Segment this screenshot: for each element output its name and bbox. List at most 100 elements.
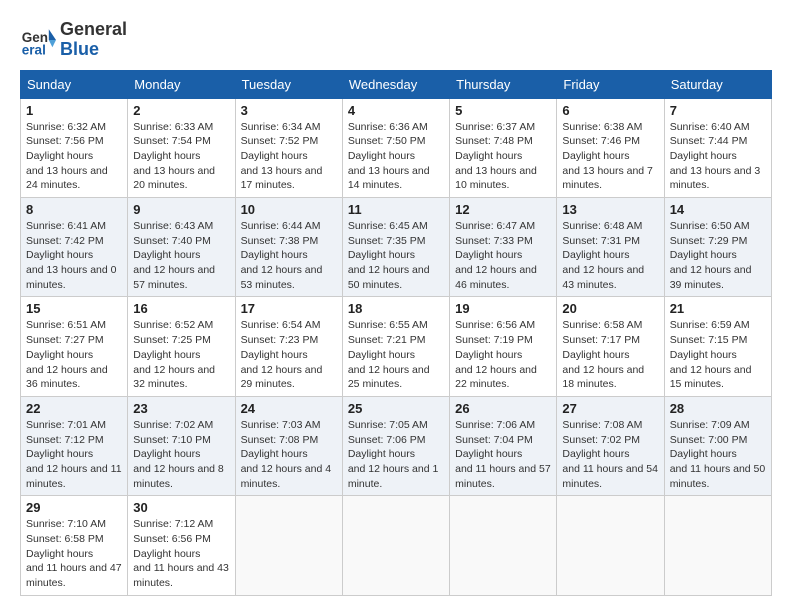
weekday-friday: Friday [557, 70, 664, 98]
day-number: 18 [348, 301, 444, 316]
day-info: Sunrise: 6:33 AM Sunset: 7:54 PM Dayligh… [133, 120, 229, 193]
day-number: 7 [670, 103, 766, 118]
day-cell: 15 Sunrise: 6:51 AM Sunset: 7:27 PM Dayl… [21, 297, 128, 396]
day-number: 26 [455, 401, 551, 416]
day-info: Sunrise: 6:41 AM Sunset: 7:42 PM Dayligh… [26, 219, 122, 292]
day-cell: 11 Sunrise: 6:45 AM Sunset: 7:35 PM Dayl… [342, 198, 449, 297]
day-number: 8 [26, 202, 122, 217]
day-info: Sunrise: 7:01 AM Sunset: 7:12 PM Dayligh… [26, 418, 122, 491]
day-cell: 26 Sunrise: 7:06 AM Sunset: 7:04 PM Dayl… [450, 396, 557, 495]
day-info: Sunrise: 6:32 AM Sunset: 7:56 PM Dayligh… [26, 120, 122, 193]
day-number: 19 [455, 301, 551, 316]
day-cell: 5 Sunrise: 6:37 AM Sunset: 7:48 PM Dayli… [450, 98, 557, 197]
day-info: Sunrise: 6:44 AM Sunset: 7:38 PM Dayligh… [241, 219, 337, 292]
day-info: Sunrise: 6:43 AM Sunset: 7:40 PM Dayligh… [133, 219, 229, 292]
day-number: 10 [241, 202, 337, 217]
weekday-tuesday: Tuesday [235, 70, 342, 98]
calendar-body: 1 Sunrise: 6:32 AM Sunset: 7:56 PM Dayli… [21, 98, 772, 595]
day-cell: 6 Sunrise: 6:38 AM Sunset: 7:46 PM Dayli… [557, 98, 664, 197]
day-info: Sunrise: 6:40 AM Sunset: 7:44 PM Dayligh… [670, 120, 766, 193]
day-cell: 9 Sunrise: 6:43 AM Sunset: 7:40 PM Dayli… [128, 198, 235, 297]
day-number: 22 [26, 401, 122, 416]
calendar-table: SundayMondayTuesdayWednesdayThursdayFrid… [20, 70, 772, 596]
day-info: Sunrise: 6:36 AM Sunset: 7:50 PM Dayligh… [348, 120, 444, 193]
week-row-5: 29 Sunrise: 7:10 AM Sunset: 6:58 PM Dayl… [21, 496, 772, 595]
logo-text-line1: General [60, 20, 127, 40]
day-cell: 22 Sunrise: 7:01 AM Sunset: 7:12 PM Dayl… [21, 396, 128, 495]
day-number: 20 [562, 301, 658, 316]
svg-text:eral: eral [22, 42, 46, 57]
weekday-header-row: SundayMondayTuesdayWednesdayThursdayFrid… [21, 70, 772, 98]
day-cell: 23 Sunrise: 7:02 AM Sunset: 7:10 PM Dayl… [128, 396, 235, 495]
day-cell: 20 Sunrise: 6:58 AM Sunset: 7:17 PM Dayl… [557, 297, 664, 396]
logo-text-line2: Blue [60, 40, 127, 60]
day-number: 24 [241, 401, 337, 416]
day-info: Sunrise: 6:37 AM Sunset: 7:48 PM Dayligh… [455, 120, 551, 193]
day-info: Sunrise: 6:58 AM Sunset: 7:17 PM Dayligh… [562, 318, 658, 391]
day-cell: 17 Sunrise: 6:54 AM Sunset: 7:23 PM Dayl… [235, 297, 342, 396]
day-number: 23 [133, 401, 229, 416]
day-cell: 18 Sunrise: 6:55 AM Sunset: 7:21 PM Dayl… [342, 297, 449, 396]
day-info: Sunrise: 7:02 AM Sunset: 7:10 PM Dayligh… [133, 418, 229, 491]
week-row-2: 8 Sunrise: 6:41 AM Sunset: 7:42 PM Dayli… [21, 198, 772, 297]
day-number: 17 [241, 301, 337, 316]
day-info: Sunrise: 6:59 AM Sunset: 7:15 PM Dayligh… [670, 318, 766, 391]
day-number: 5 [455, 103, 551, 118]
day-cell: 3 Sunrise: 6:34 AM Sunset: 7:52 PM Dayli… [235, 98, 342, 197]
day-number: 2 [133, 103, 229, 118]
day-cell: 10 Sunrise: 6:44 AM Sunset: 7:38 PM Dayl… [235, 198, 342, 297]
day-cell: 27 Sunrise: 7:08 AM Sunset: 7:02 PM Dayl… [557, 396, 664, 495]
day-info: Sunrise: 6:56 AM Sunset: 7:19 PM Dayligh… [455, 318, 551, 391]
day-info: Sunrise: 7:05 AM Sunset: 7:06 PM Dayligh… [348, 418, 444, 491]
day-number: 12 [455, 202, 551, 217]
day-number: 30 [133, 500, 229, 515]
day-cell: 30 Sunrise: 7:12 AM Sunset: 6:56 PM Dayl… [128, 496, 235, 595]
day-cell [342, 496, 449, 595]
day-cell: 28 Sunrise: 7:09 AM Sunset: 7:00 PM Dayl… [664, 396, 771, 495]
day-cell: 16 Sunrise: 6:52 AM Sunset: 7:25 PM Dayl… [128, 297, 235, 396]
day-number: 11 [348, 202, 444, 217]
day-info: Sunrise: 6:54 AM Sunset: 7:23 PM Dayligh… [241, 318, 337, 391]
day-cell: 14 Sunrise: 6:50 AM Sunset: 7:29 PM Dayl… [664, 198, 771, 297]
day-cell: 2 Sunrise: 6:33 AM Sunset: 7:54 PM Dayli… [128, 98, 235, 197]
day-number: 1 [26, 103, 122, 118]
weekday-sunday: Sunday [21, 70, 128, 98]
day-number: 25 [348, 401, 444, 416]
day-info: Sunrise: 6:38 AM Sunset: 7:46 PM Dayligh… [562, 120, 658, 193]
weekday-wednesday: Wednesday [342, 70, 449, 98]
day-number: 14 [670, 202, 766, 217]
day-number: 6 [562, 103, 658, 118]
day-cell: 1 Sunrise: 6:32 AM Sunset: 7:56 PM Dayli… [21, 98, 128, 197]
day-info: Sunrise: 7:03 AM Sunset: 7:08 PM Dayligh… [241, 418, 337, 491]
logo-icon: Gen eral [20, 22, 56, 58]
day-number: 9 [133, 202, 229, 217]
weekday-monday: Monday [128, 70, 235, 98]
day-info: Sunrise: 6:45 AM Sunset: 7:35 PM Dayligh… [348, 219, 444, 292]
day-info: Sunrise: 6:55 AM Sunset: 7:21 PM Dayligh… [348, 318, 444, 391]
day-number: 21 [670, 301, 766, 316]
day-number: 28 [670, 401, 766, 416]
day-cell: 12 Sunrise: 6:47 AM Sunset: 7:33 PM Dayl… [450, 198, 557, 297]
day-cell [235, 496, 342, 595]
day-cell: 7 Sunrise: 6:40 AM Sunset: 7:44 PM Dayli… [664, 98, 771, 197]
day-number: 27 [562, 401, 658, 416]
day-cell: 24 Sunrise: 7:03 AM Sunset: 7:08 PM Dayl… [235, 396, 342, 495]
weekday-saturday: Saturday [664, 70, 771, 98]
day-number: 16 [133, 301, 229, 316]
day-cell [664, 496, 771, 595]
week-row-4: 22 Sunrise: 7:01 AM Sunset: 7:12 PM Dayl… [21, 396, 772, 495]
day-number: 13 [562, 202, 658, 217]
day-info: Sunrise: 7:08 AM Sunset: 7:02 PM Dayligh… [562, 418, 658, 491]
weekday-thursday: Thursday [450, 70, 557, 98]
day-info: Sunrise: 6:48 AM Sunset: 7:31 PM Dayligh… [562, 219, 658, 292]
day-cell: 25 Sunrise: 7:05 AM Sunset: 7:06 PM Dayl… [342, 396, 449, 495]
day-info: Sunrise: 7:09 AM Sunset: 7:00 PM Dayligh… [670, 418, 766, 491]
day-number: 29 [26, 500, 122, 515]
logo: Gen eral General Blue [20, 20, 127, 60]
page-header: Gen eral General Blue [20, 20, 772, 60]
week-row-1: 1 Sunrise: 6:32 AM Sunset: 7:56 PM Dayli… [21, 98, 772, 197]
day-cell [557, 496, 664, 595]
day-cell: 29 Sunrise: 7:10 AM Sunset: 6:58 PM Dayl… [21, 496, 128, 595]
day-info: Sunrise: 7:10 AM Sunset: 6:58 PM Dayligh… [26, 517, 122, 590]
week-row-3: 15 Sunrise: 6:51 AM Sunset: 7:27 PM Dayl… [21, 297, 772, 396]
